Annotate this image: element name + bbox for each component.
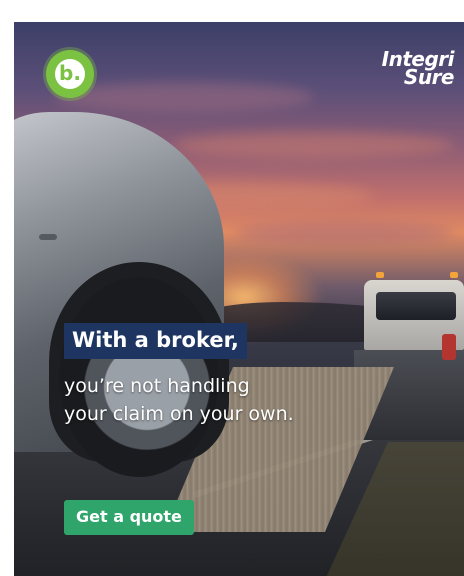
broker-badge-logo: b. xyxy=(46,50,94,98)
subline-1: you’re not handling xyxy=(64,375,250,397)
car xyxy=(14,112,234,492)
headline-box: With a broker, xyxy=(64,323,247,359)
headline: With a broker, xyxy=(72,328,239,352)
integrisure-logo: Integri Sure xyxy=(382,49,455,87)
get-a-quote-button[interactable]: Get a quote xyxy=(64,500,194,535)
subline-2: your claim on your own. xyxy=(64,403,294,425)
broker-badge-letter: b. xyxy=(55,59,85,89)
tow-truck xyxy=(354,272,464,452)
ad-banner[interactable]: b. Integri Sure With a broker, you’re no… xyxy=(14,22,464,576)
